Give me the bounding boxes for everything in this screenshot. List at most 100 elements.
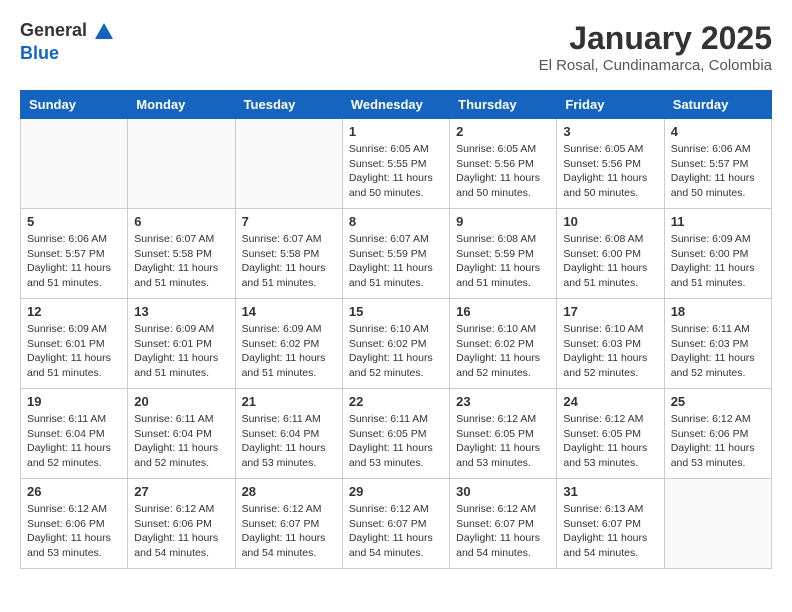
weekday-header-sunday: Sunday	[21, 91, 128, 119]
calendar-cell: 30Sunrise: 6:12 AMSunset: 6:07 PMDayligh…	[450, 479, 557, 569]
day-number: 24	[563, 394, 657, 409]
day-number: 8	[349, 214, 443, 229]
day-info: Sunrise: 6:12 AMSunset: 6:05 PMDaylight:…	[456, 412, 550, 471]
day-number: 29	[349, 484, 443, 499]
day-info: Sunrise: 6:11 AMSunset: 6:04 PMDaylight:…	[27, 412, 121, 471]
day-info: Sunrise: 6:09 AMSunset: 6:02 PMDaylight:…	[242, 322, 336, 381]
calendar-cell: 3Sunrise: 6:05 AMSunset: 5:56 PMDaylight…	[557, 119, 664, 209]
day-number: 28	[242, 484, 336, 499]
day-number: 3	[563, 124, 657, 139]
day-info: Sunrise: 6:09 AMSunset: 6:01 PMDaylight:…	[27, 322, 121, 381]
calendar-cell: 28 Sunrise: 6:12 AMSunset: 6:07 PMDayligh…	[235, 479, 342, 569]
calendar-cell: 16Sunrise: 6:10 AMSunset: 6:02 PMDayligh…	[450, 299, 557, 389]
day-info: Sunrise: 6:08 AMSunset: 6:00 PMDaylight:…	[563, 232, 657, 291]
day-info: Sunrise: 6:11 AMSunset: 6:03 PMDaylight:…	[671, 322, 765, 381]
calendar-cell: 17Sunrise: 6:10 AMSunset: 6:03 PMDayligh…	[557, 299, 664, 389]
week-row-1: 1Sunrise: 6:05 AMSunset: 5:55 PMDaylight…	[21, 119, 772, 209]
title-area: January 2025 El Rosal, Cundinamarca, Col…	[539, 20, 772, 74]
day-number: 5	[27, 214, 121, 229]
calendar-cell: 2 Sunrise: 6:05 AMSunset: 5:56 PMDaylight…	[450, 119, 557, 209]
day-info: Sunrise: 6:11 AMSunset: 6:04 PMDaylight:…	[242, 412, 336, 471]
calendar-cell: 5 Sunrise: 6:06 AMSunset: 5:57 PMDaylight…	[21, 209, 128, 299]
calendar-cell: 21 Sunrise: 6:11 AMSunset: 6:04 PMDayligh…	[235, 389, 342, 479]
day-info: Sunrise: 6:11 AMSunset: 6:04 PMDaylight:…	[134, 412, 228, 471]
day-info: Sunrise: 6:09 AMSunset: 6:00 PMDaylight:…	[671, 232, 765, 291]
day-info: Sunrise: 6:07 AMSunset: 5:58 PMDaylight:…	[242, 232, 336, 291]
day-info: Sunrise: 6:12 AMSunset: 6:06 PMDaylight:…	[671, 412, 765, 471]
day-info: Sunrise: 6:07 AMSunset: 5:58 PMDaylight:…	[134, 232, 228, 291]
calendar-cell: 4Sunrise: 6:06 AMSunset: 5:57 PMDaylight…	[664, 119, 771, 209]
day-number: 15	[349, 304, 443, 319]
day-info: Sunrise: 6:07 AMSunset: 5:59 PMDaylight:…	[349, 232, 443, 291]
day-number: 23	[456, 394, 550, 409]
day-info: Sunrise: 6:05 AMSunset: 5:56 PMDaylight:…	[456, 142, 550, 201]
calendar-cell: 10 Sunrise: 6:08 AMSunset: 6:00 PMDayligh…	[557, 209, 664, 299]
month-title: January 2025	[539, 20, 772, 57]
calendar-cell: 8 Sunrise: 6:07 AMSunset: 5:59 PMDaylight…	[342, 209, 449, 299]
day-number: 31	[563, 484, 657, 499]
calendar-cell: 14 Sunrise: 6:09 AMSunset: 6:02 PMDayligh…	[235, 299, 342, 389]
calendar-cell: 15 Sunrise: 6:10 AMSunset: 6:02 PMDayligh…	[342, 299, 449, 389]
day-info: Sunrise: 6:12 AMSunset: 6:06 PMDaylight:…	[27, 502, 121, 561]
calendar-cell: 11 Sunrise: 6:09 AMSunset: 6:00 PMDayligh…	[664, 209, 771, 299]
day-info: Sunrise: 6:06 AMSunset: 5:57 PMDaylight:…	[27, 232, 121, 291]
calendar-cell: 13 Sunrise: 6:09 AMSunset: 6:01 PMDayligh…	[128, 299, 235, 389]
calendar-cell	[664, 479, 771, 569]
logo: General Blue	[20, 20, 116, 64]
day-number: 9	[456, 214, 550, 229]
day-info: Sunrise: 6:12 AMSunset: 6:07 PMDaylight:…	[242, 502, 336, 561]
day-number: 27	[134, 484, 228, 499]
day-number: 12	[27, 304, 121, 319]
week-row-4: 19 Sunrise: 6:11 AMSunset: 6:04 PMDayligh…	[21, 389, 772, 479]
location: El Rosal, Cundinamarca, Colombia	[539, 57, 772, 74]
day-number: 11	[671, 214, 765, 229]
day-number: 14	[242, 304, 336, 319]
calendar-cell: 27 Sunrise: 6:12 AMSunset: 6:06 PMDayligh…	[128, 479, 235, 569]
day-number: 7	[242, 214, 336, 229]
day-number: 17	[563, 304, 657, 319]
day-info: Sunrise: 6:10 AMSunset: 6:02 PMDaylight:…	[456, 322, 550, 381]
day-info: Sunrise: 6:10 AMSunset: 6:02 PMDaylight:…	[349, 322, 443, 381]
weekday-header-friday: Friday	[557, 91, 664, 119]
day-info: Sunrise: 6:13 AMSunset: 6:07 PMDaylight:…	[563, 502, 657, 561]
calendar-cell: 18 Sunrise: 6:11 AMSunset: 6:03 PMDayligh…	[664, 299, 771, 389]
day-number: 18	[671, 304, 765, 319]
page-header: General Blue January 2025 El Rosal, Cund…	[20, 20, 772, 74]
day-number: 19	[27, 394, 121, 409]
calendar-cell: 31 Sunrise: 6:13 AMSunset: 6:07 PMDayligh…	[557, 479, 664, 569]
calendar-cell	[235, 119, 342, 209]
weekday-header-row: SundayMondayTuesdayWednesdayThursdayFrid…	[21, 91, 772, 119]
day-info: Sunrise: 6:09 AMSunset: 6:01 PMDaylight:…	[134, 322, 228, 381]
weekday-header-saturday: Saturday	[664, 91, 771, 119]
weekday-header-monday: Monday	[128, 91, 235, 119]
calendar-cell	[21, 119, 128, 209]
day-number: 20	[134, 394, 228, 409]
day-number: 10	[563, 214, 657, 229]
calendar-cell: 29 Sunrise: 6:12 AMSunset: 6:07 PMDayligh…	[342, 479, 449, 569]
day-number: 1	[349, 124, 443, 139]
week-row-5: 26 Sunrise: 6:12 AMSunset: 6:06 PMDayligh…	[21, 479, 772, 569]
day-number: 26	[27, 484, 121, 499]
calendar-cell: 19 Sunrise: 6:11 AMSunset: 6:04 PMDayligh…	[21, 389, 128, 479]
weekday-header-tuesday: Tuesday	[235, 91, 342, 119]
weekday-header-wednesday: Wednesday	[342, 91, 449, 119]
calendar-cell: 22Sunrise: 6:11 AMSunset: 6:05 PMDayligh…	[342, 389, 449, 479]
week-row-3: 12 Sunrise: 6:09 AMSunset: 6:01 PMDayligh…	[21, 299, 772, 389]
logo-blue: Blue	[20, 43, 59, 63]
day-number: 6	[134, 214, 228, 229]
calendar-cell	[128, 119, 235, 209]
day-info: Sunrise: 6:12 AMSunset: 6:07 PMDaylight:…	[349, 502, 443, 561]
logo-text: General Blue	[20, 20, 116, 64]
day-number: 4	[671, 124, 765, 139]
day-number: 13	[134, 304, 228, 319]
day-number: 2	[456, 124, 550, 139]
calendar-cell: 1Sunrise: 6:05 AMSunset: 5:55 PMDaylight…	[342, 119, 449, 209]
calendar-cell: 9Sunrise: 6:08 AMSunset: 5:59 PMDaylight…	[450, 209, 557, 299]
day-info: Sunrise: 6:12 AMSunset: 6:05 PMDaylight:…	[563, 412, 657, 471]
weekday-header-thursday: Thursday	[450, 91, 557, 119]
day-info: Sunrise: 6:12 AMSunset: 6:06 PMDaylight:…	[134, 502, 228, 561]
day-number: 21	[242, 394, 336, 409]
day-info: Sunrise: 6:11 AMSunset: 6:05 PMDaylight:…	[349, 412, 443, 471]
calendar-cell: 23 Sunrise: 6:12 AMSunset: 6:05 PMDayligh…	[450, 389, 557, 479]
calendar-cell: 26 Sunrise: 6:12 AMSunset: 6:06 PMDayligh…	[21, 479, 128, 569]
